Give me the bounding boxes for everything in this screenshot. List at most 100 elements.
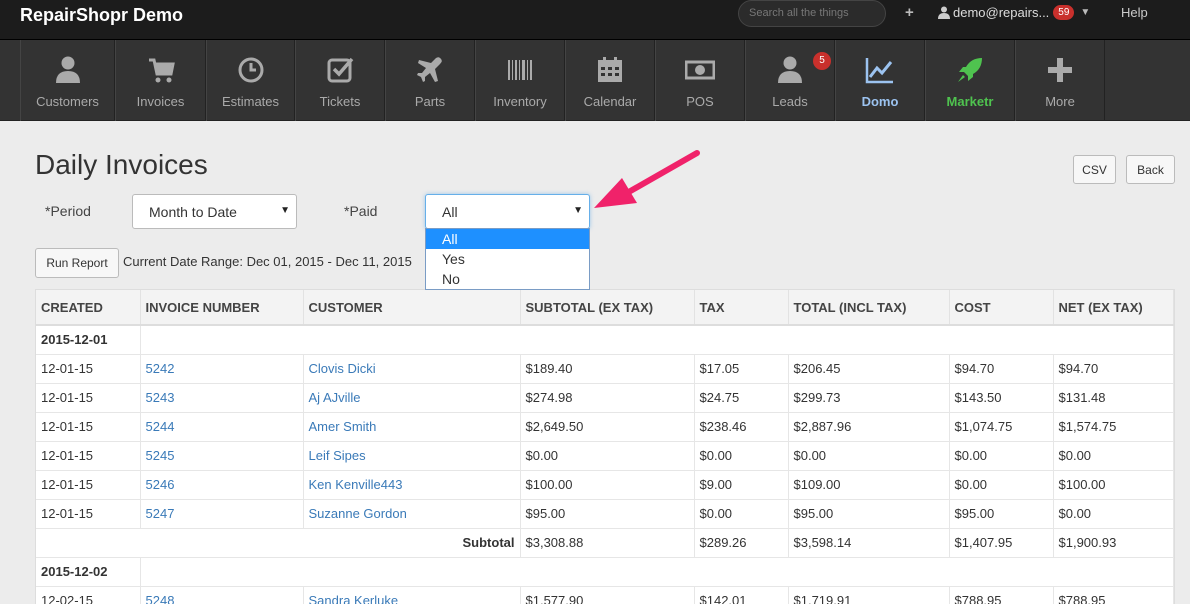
customer-link[interactable]: Ken Kenville443 (303, 470, 521, 500)
table-row: 12-01-15 5242 Clovis Dicki $189.40 $17.0… (36, 354, 1174, 384)
col-tax[interactable]: TAX (694, 290, 789, 326)
invoice-link[interactable]: 5244 (140, 412, 304, 442)
col-customer[interactable]: CUSTOMER (303, 290, 521, 326)
plane-icon (417, 57, 442, 82)
nav-label: More (1045, 94, 1075, 109)
col-total[interactable]: TOTAL (INCL TAX) (788, 290, 950, 326)
nav-more[interactable]: More (1015, 40, 1105, 121)
search-input[interactable]: Search all the things (738, 0, 886, 27)
csv-button[interactable]: CSV (1073, 155, 1116, 184)
cell-total: $299.73 (788, 383, 950, 413)
table-row: 12-01-15 5247 Suzanne Gordon $95.00 $0.0… (36, 499, 1174, 529)
table-row: 12-01-15 5245 Leif Sipes $0.00 $0.00 $0.… (36, 441, 1174, 471)
cell-net: $1,574.75 (1053, 412, 1174, 442)
nav-invoices[interactable]: Invoices (115, 40, 206, 121)
group-date: 2015-12-02 (36, 557, 141, 587)
nav-domo[interactable]: Domo (835, 40, 925, 121)
user-icon (778, 56, 802, 83)
nav-pos[interactable]: POS (655, 40, 745, 121)
paid-option-all[interactable]: All (426, 229, 589, 249)
subtotal-cost: $1,407.95 (949, 528, 1054, 558)
cell-tax: $17.05 (694, 354, 789, 384)
customer-link[interactable]: Sandra Kerluke (303, 586, 521, 604)
cell-total: $2,887.96 (788, 412, 950, 442)
brand-title[interactable]: RepairShopr Demo (20, 5, 183, 26)
col-net[interactable]: NET (EX TAX) (1053, 290, 1174, 326)
money-icon (685, 60, 715, 80)
customer-link[interactable]: Amer Smith (303, 412, 521, 442)
subtotal-tax: $289.26 (694, 528, 789, 558)
period-label: *Period (45, 203, 91, 219)
nav-calendar[interactable]: Calendar (565, 40, 655, 121)
paid-option-yes[interactable]: Yes (426, 249, 589, 269)
col-cost[interactable]: COST (949, 290, 1054, 326)
col-subtotal[interactable]: SUBTOTAL (EX TAX) (520, 290, 695, 326)
cell-total: $109.00 (788, 470, 950, 500)
top-bar: RepairShopr Demo Search all the things +… (0, 0, 1190, 40)
cell-created: 12-01-15 (36, 499, 141, 529)
notification-badge[interactable]: 59 (1053, 5, 1075, 20)
cell-created: 12-01-15 (36, 354, 141, 384)
nav-tickets[interactable]: Tickets (295, 40, 385, 121)
invoice-link[interactable]: 5247 (140, 499, 304, 529)
nav-marketr[interactable]: Marketr (925, 40, 1015, 121)
back-button[interactable]: Back (1126, 155, 1175, 184)
table-row: 12-01-15 5246 Ken Kenville443 $100.00 $9… (36, 470, 1174, 500)
main-nav: Customers Invoices Estimates Tickets Par… (0, 40, 1190, 121)
cell-net: $131.48 (1053, 383, 1174, 413)
user-email: demo@repairs... (953, 5, 1050, 20)
chart-line-icon (865, 58, 893, 84)
group-date: 2015-12-01 (36, 325, 141, 355)
customer-link[interactable]: Leif Sipes (303, 441, 521, 471)
invoice-link[interactable]: 5246 (140, 470, 304, 500)
date-range-text: Current Date Range: Dec 01, 2015 - Dec 1… (123, 254, 412, 269)
invoice-link[interactable]: 5248 (140, 586, 304, 604)
subtotal-total: $3,598.14 (788, 528, 950, 558)
nav-parts[interactable]: Parts (385, 40, 475, 121)
invoice-link[interactable]: 5242 (140, 354, 304, 384)
cell-total: $1,719.91 (788, 586, 950, 604)
col-invoice-number[interactable]: INVOICE NUMBER (140, 290, 304, 326)
paid-select[interactable]: All ▼ (425, 194, 590, 229)
paid-option-no[interactable]: No (426, 269, 589, 289)
invoice-link[interactable]: 5245 (140, 441, 304, 471)
cell-tax: $9.00 (694, 470, 789, 500)
table-row: 12-01-15 5244 Amer Smith $2,649.50 $238.… (36, 412, 1174, 442)
cell-tax: $24.75 (694, 383, 789, 413)
page-title: Daily Invoices (35, 149, 208, 180)
nav-customers[interactable]: Customers (20, 40, 115, 121)
cell-subtotal: $274.98 (520, 383, 695, 413)
cell-tax: $142.01 (694, 586, 789, 604)
customer-link[interactable]: Clovis Dicki (303, 354, 521, 384)
clock-icon (238, 57, 263, 83)
period-select[interactable]: Month to Date ▼ (132, 194, 297, 229)
cell-net: $0.00 (1053, 441, 1174, 471)
cell-subtotal: $95.00 (520, 499, 695, 529)
col-created[interactable]: CREATED (36, 290, 141, 326)
nav-inventory[interactable]: Inventory (475, 40, 565, 121)
nav-label: Customers (36, 94, 99, 109)
cell-created: 12-02-15 (36, 586, 141, 604)
barcode-icon (508, 60, 532, 80)
nav-estimates[interactable]: Estimates (206, 40, 295, 121)
invoice-link[interactable]: 5243 (140, 383, 304, 413)
chevron-down-icon: ▼ (573, 205, 583, 216)
user-menu[interactable]: demo@repairs... 59 ▼ (938, 5, 1090, 20)
cell-net: $94.70 (1053, 354, 1174, 384)
cell-cost: $94.70 (949, 354, 1054, 384)
customer-link[interactable]: Aj AJville (303, 383, 521, 413)
run-report-button[interactable]: Run Report (35, 248, 119, 278)
nav-label: Calendar (583, 94, 637, 109)
paid-label: *Paid (344, 203, 378, 219)
nav-label: Inventory (493, 94, 547, 109)
user-icon (55, 56, 80, 83)
nav-leads[interactable]: Leads 5 (745, 40, 835, 121)
nav-label: Invoices (136, 94, 185, 109)
customer-link[interactable]: Suzanne Gordon (303, 499, 521, 529)
subtotal-subtotal: $3,308.88 (520, 528, 695, 558)
help-link[interactable]: Help (1121, 5, 1148, 20)
add-icon[interactable]: + (905, 4, 914, 21)
subtotal-row: Subtotal $3,308.88 $289.26 $3,598.14 $1,… (36, 528, 1174, 558)
calendar-icon (598, 57, 622, 82)
cell-subtotal: $0.00 (520, 441, 695, 471)
